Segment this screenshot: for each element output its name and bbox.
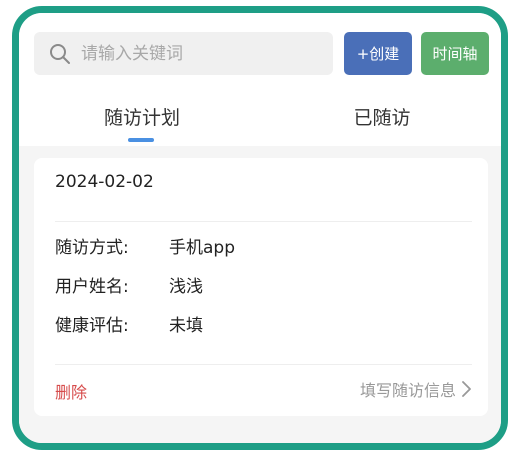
fill-follow-up-info-link[interactable]: 填写随访信息 (360, 377, 472, 401)
active-tab-indicator (128, 138, 154, 142)
field-value: 浅浅 (169, 277, 203, 297)
follow-up-card: 2024-02-02 随访方式: 手机app 用户姓名: 浅浅 健康评估: 未填 删除… (34, 158, 488, 416)
divider (55, 221, 472, 222)
tab-followed-up[interactable]: 已随访 (262, 89, 501, 143)
delete-button[interactable]: 删除 (55, 379, 87, 403)
field-label: 用户姓名: (55, 277, 129, 297)
timeline-button-label: 时间轴 (432, 45, 478, 63)
field-value: 未填 (169, 316, 203, 336)
card-date: 2024-02-02 (55, 172, 154, 192)
tab-label: 已随访 (353, 106, 411, 129)
top-bar: +创建 时间轴 随访计划 已随访 (19, 13, 501, 153)
tab-label: 随访计划 (103, 106, 180, 129)
field-value: 手机app (169, 238, 235, 258)
search-icon (49, 43, 71, 65)
field-label: 健康评估: (55, 316, 129, 336)
search-input[interactable] (81, 43, 311, 64)
field-row-method: 随访方式: 手机app (55, 236, 235, 260)
timeline-button[interactable]: 时间轴 (421, 32, 489, 75)
field-label: 随访方式: (55, 238, 129, 258)
divider (55, 364, 472, 365)
field-row-health-assessment: 健康评估: 未填 (55, 314, 203, 338)
field-row-user-name: 用户姓名: 浅浅 (55, 275, 203, 299)
tab-follow-up-plan[interactable]: 随访计划 (22, 89, 262, 143)
app-frame: +创建 时间轴 随访计划 已随访 2024-02-02 随访方式:手机a (12, 6, 508, 450)
chevron-right-icon (460, 380, 472, 398)
create-button[interactable]: +创建 (344, 32, 412, 75)
search-box[interactable] (34, 32, 333, 75)
create-button-label: +创建 (356, 45, 400, 63)
list-area: 2024-02-02 随访方式: 手机app 用户姓名: 浅浅 健康评估: 未填 删除… (19, 146, 501, 443)
fill-follow-up-info-label: 填写随访信息 (359, 381, 456, 400)
tab-bar: 随访计划 已随访 (19, 89, 501, 143)
app-content: +创建 时间轴 随访计划 已随访 2024-02-02 随访方式:手机a (19, 13, 501, 443)
